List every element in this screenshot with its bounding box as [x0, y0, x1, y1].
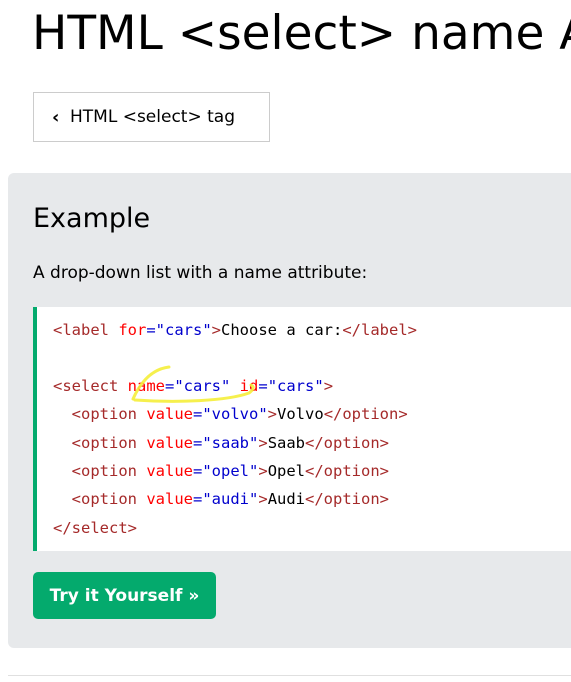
code-line-select: <select name="cars" id="cars">	[53, 376, 333, 396]
page-title: HTML <select> name A	[32, 6, 571, 61]
chevron-left-icon: ‹	[52, 106, 60, 128]
code-text: Opel	[267, 462, 306, 480]
code-tag: <select	[53, 377, 119, 395]
example-heading: Example	[33, 203, 151, 234]
code-value: "volvo"	[202, 405, 268, 423]
code-tag: <option	[71, 490, 137, 508]
code-tag: </option>	[305, 434, 390, 452]
code-attribute: value	[137, 434, 193, 452]
code-attribute: for	[109, 321, 147, 339]
code-value: "cars"	[267, 377, 324, 395]
code-text: Volvo	[277, 405, 324, 423]
code-value: "cars"	[155, 321, 212, 339]
code-attribute: value	[137, 462, 193, 480]
code-tag: >	[211, 321, 222, 339]
code-value: "opel"	[202, 462, 259, 480]
code-tag: </option>	[323, 405, 408, 423]
code-tag: </select>	[53, 519, 137, 537]
code-equals: =	[258, 377, 268, 395]
example-panel: Example A drop-down list with a name att…	[8, 173, 571, 648]
code-tag: >	[323, 377, 334, 395]
code-tag: >	[267, 405, 278, 423]
code-line-option: <option value="opel">Opel</option>	[53, 461, 389, 481]
code-equals: =	[193, 462, 203, 480]
code-value: "saab"	[202, 434, 259, 452]
code-attribute: value	[137, 490, 193, 508]
code-line-select-end: </select>	[53, 518, 137, 538]
divider	[8, 675, 571, 676]
code-tag: >	[258, 434, 268, 452]
code-tag: </label>	[342, 321, 417, 339]
code-equals: =	[193, 490, 203, 508]
code-tag: <option	[71, 434, 137, 452]
code-tag: >	[258, 462, 268, 480]
code-text: Saab	[267, 434, 306, 452]
page: HTML <select> name A ‹ HTML <select> tag…	[0, 0, 571, 682]
code-equals: =	[146, 321, 156, 339]
code-attribute: id	[230, 377, 259, 395]
code-equals: =	[193, 434, 203, 452]
code-line-option: <option value="saab">Saab</option>	[53, 433, 389, 453]
code-equals: =	[165, 377, 175, 395]
example-description: A drop-down list with a name attribute:	[33, 263, 368, 283]
code-tag: >	[258, 490, 268, 508]
code-tag: <option	[71, 405, 137, 423]
code-attribute: value	[137, 405, 193, 423]
previous-page-label: HTML <select> tag	[70, 107, 235, 127]
try-it-yourself-button[interactable]: Try it Yourself »	[33, 572, 216, 619]
code-line-option: <option value="volvo">Volvo</option>	[53, 404, 408, 424]
code-tag: </option>	[305, 462, 390, 480]
code-value: "cars"	[174, 377, 231, 395]
code-example: <label for="cars">Choose a car:</label> …	[33, 307, 571, 551]
code-equals: =	[193, 405, 203, 423]
code-tag: </option>	[305, 490, 390, 508]
code-line-option: <option value="audi">Audi</option>	[53, 489, 389, 509]
code-attribute: name	[118, 377, 165, 395]
code-text: Audi	[267, 490, 306, 508]
code-text: Choose a car:	[221, 321, 343, 339]
previous-page-button[interactable]: ‹ HTML <select> tag	[33, 92, 270, 142]
code-line-label: <label for="cars">Choose a car:</label>	[53, 320, 417, 340]
code-tag: <label	[53, 321, 109, 339]
code-tag: <option	[71, 462, 137, 480]
code-value: "audi"	[202, 490, 259, 508]
